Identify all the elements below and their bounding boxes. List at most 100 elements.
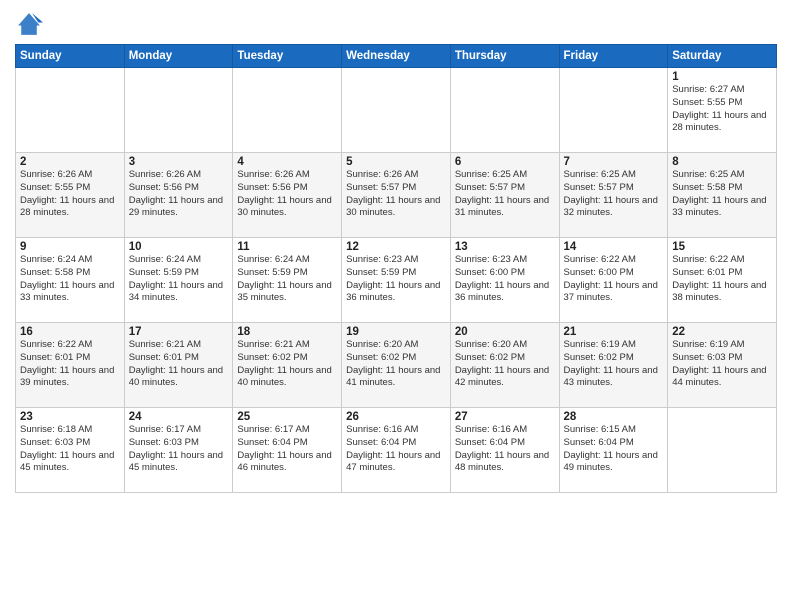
day-info: Sunrise: 6:26 AM Sunset: 5:56 PM Dayligh… bbox=[129, 169, 229, 220]
calendar-cell: 20Sunrise: 6:20 AM Sunset: 6:02 PM Dayli… bbox=[450, 323, 559, 408]
calendar-week-3: 9Sunrise: 6:24 AM Sunset: 5:58 PM Daylig… bbox=[16, 238, 777, 323]
day-info: Sunrise: 6:22 AM Sunset: 6:01 PM Dayligh… bbox=[20, 339, 120, 390]
day-info: Sunrise: 6:19 AM Sunset: 6:02 PM Dayligh… bbox=[564, 339, 664, 390]
calendar-cell: 21Sunrise: 6:19 AM Sunset: 6:02 PM Dayli… bbox=[559, 323, 668, 408]
day-info: Sunrise: 6:25 AM Sunset: 5:57 PM Dayligh… bbox=[564, 169, 664, 220]
calendar-cell bbox=[233, 68, 342, 153]
day-info: Sunrise: 6:24 AM Sunset: 5:59 PM Dayligh… bbox=[237, 254, 337, 305]
day-number: 1 bbox=[672, 71, 772, 83]
day-number: 23 bbox=[20, 411, 120, 423]
day-info: Sunrise: 6:23 AM Sunset: 6:00 PM Dayligh… bbox=[455, 254, 555, 305]
day-info: Sunrise: 6:22 AM Sunset: 6:01 PM Dayligh… bbox=[672, 254, 772, 305]
weekday-header-monday: Monday bbox=[124, 45, 233, 68]
day-number: 26 bbox=[346, 411, 446, 423]
calendar-cell bbox=[16, 68, 125, 153]
day-number: 11 bbox=[237, 241, 337, 253]
day-info: Sunrise: 6:19 AM Sunset: 6:03 PM Dayligh… bbox=[672, 339, 772, 390]
calendar-cell: 8Sunrise: 6:25 AM Sunset: 5:58 PM Daylig… bbox=[668, 153, 777, 238]
calendar-cell: 7Sunrise: 6:25 AM Sunset: 5:57 PM Daylig… bbox=[559, 153, 668, 238]
day-number: 18 bbox=[237, 326, 337, 338]
day-info: Sunrise: 6:25 AM Sunset: 5:57 PM Dayligh… bbox=[455, 169, 555, 220]
day-number: 14 bbox=[564, 241, 664, 253]
calendar-cell: 10Sunrise: 6:24 AM Sunset: 5:59 PM Dayli… bbox=[124, 238, 233, 323]
weekday-header-friday: Friday bbox=[559, 45, 668, 68]
calendar-cell: 5Sunrise: 6:26 AM Sunset: 5:57 PM Daylig… bbox=[342, 153, 451, 238]
day-number: 15 bbox=[672, 241, 772, 253]
day-info: Sunrise: 6:26 AM Sunset: 5:56 PM Dayligh… bbox=[237, 169, 337, 220]
calendar-cell: 6Sunrise: 6:25 AM Sunset: 5:57 PM Daylig… bbox=[450, 153, 559, 238]
calendar-cell: 9Sunrise: 6:24 AM Sunset: 5:58 PM Daylig… bbox=[16, 238, 125, 323]
day-number: 25 bbox=[237, 411, 337, 423]
calendar-cell: 16Sunrise: 6:22 AM Sunset: 6:01 PM Dayli… bbox=[16, 323, 125, 408]
calendar-cell: 22Sunrise: 6:19 AM Sunset: 6:03 PM Dayli… bbox=[668, 323, 777, 408]
weekday-header-tuesday: Tuesday bbox=[233, 45, 342, 68]
calendar-cell: 25Sunrise: 6:17 AM Sunset: 6:04 PM Dayli… bbox=[233, 408, 342, 493]
calendar-cell bbox=[668, 408, 777, 493]
calendar-cell bbox=[342, 68, 451, 153]
day-number: 7 bbox=[564, 156, 664, 168]
calendar-cell: 3Sunrise: 6:26 AM Sunset: 5:56 PM Daylig… bbox=[124, 153, 233, 238]
day-number: 21 bbox=[564, 326, 664, 338]
calendar-cell: 1Sunrise: 6:27 AM Sunset: 5:55 PM Daylig… bbox=[668, 68, 777, 153]
calendar-cell: 28Sunrise: 6:15 AM Sunset: 6:04 PM Dayli… bbox=[559, 408, 668, 493]
day-info: Sunrise: 6:26 AM Sunset: 5:55 PM Dayligh… bbox=[20, 169, 120, 220]
day-number: 6 bbox=[455, 156, 555, 168]
day-number: 2 bbox=[20, 156, 120, 168]
day-info: Sunrise: 6:18 AM Sunset: 6:03 PM Dayligh… bbox=[20, 424, 120, 475]
weekday-header-sunday: Sunday bbox=[16, 45, 125, 68]
day-info: Sunrise: 6:24 AM Sunset: 5:59 PM Dayligh… bbox=[129, 254, 229, 305]
day-number: 12 bbox=[346, 241, 446, 253]
calendar-cell: 26Sunrise: 6:16 AM Sunset: 6:04 PM Dayli… bbox=[342, 408, 451, 493]
calendar-table: SundayMondayTuesdayWednesdayThursdayFrid… bbox=[15, 44, 777, 493]
day-info: Sunrise: 6:20 AM Sunset: 6:02 PM Dayligh… bbox=[346, 339, 446, 390]
day-info: Sunrise: 6:22 AM Sunset: 6:00 PM Dayligh… bbox=[564, 254, 664, 305]
day-number: 17 bbox=[129, 326, 229, 338]
day-info: Sunrise: 6:15 AM Sunset: 6:04 PM Dayligh… bbox=[564, 424, 664, 475]
header bbox=[15, 10, 777, 38]
day-info: Sunrise: 6:16 AM Sunset: 6:04 PM Dayligh… bbox=[455, 424, 555, 475]
calendar-week-2: 2Sunrise: 6:26 AM Sunset: 5:55 PM Daylig… bbox=[16, 153, 777, 238]
day-info: Sunrise: 6:17 AM Sunset: 6:04 PM Dayligh… bbox=[237, 424, 337, 475]
calendar-cell: 12Sunrise: 6:23 AM Sunset: 5:59 PM Dayli… bbox=[342, 238, 451, 323]
calendar-cell: 23Sunrise: 6:18 AM Sunset: 6:03 PM Dayli… bbox=[16, 408, 125, 493]
day-info: Sunrise: 6:24 AM Sunset: 5:58 PM Dayligh… bbox=[20, 254, 120, 305]
day-number: 8 bbox=[672, 156, 772, 168]
calendar-week-5: 23Sunrise: 6:18 AM Sunset: 6:03 PM Dayli… bbox=[16, 408, 777, 493]
day-info: Sunrise: 6:20 AM Sunset: 6:02 PM Dayligh… bbox=[455, 339, 555, 390]
day-number: 5 bbox=[346, 156, 446, 168]
day-number: 24 bbox=[129, 411, 229, 423]
calendar-header-row: SundayMondayTuesdayWednesdayThursdayFrid… bbox=[16, 45, 777, 68]
day-number: 16 bbox=[20, 326, 120, 338]
day-info: Sunrise: 6:27 AM Sunset: 5:55 PM Dayligh… bbox=[672, 84, 772, 135]
day-number: 19 bbox=[346, 326, 446, 338]
calendar-cell: 15Sunrise: 6:22 AM Sunset: 6:01 PM Dayli… bbox=[668, 238, 777, 323]
day-info: Sunrise: 6:25 AM Sunset: 5:58 PM Dayligh… bbox=[672, 169, 772, 220]
calendar-cell: 19Sunrise: 6:20 AM Sunset: 6:02 PM Dayli… bbox=[342, 323, 451, 408]
calendar-cell: 2Sunrise: 6:26 AM Sunset: 5:55 PM Daylig… bbox=[16, 153, 125, 238]
logo bbox=[15, 10, 47, 38]
weekday-header-wednesday: Wednesday bbox=[342, 45, 451, 68]
weekday-header-thursday: Thursday bbox=[450, 45, 559, 68]
calendar-cell: 17Sunrise: 6:21 AM Sunset: 6:01 PM Dayli… bbox=[124, 323, 233, 408]
calendar-cell: 18Sunrise: 6:21 AM Sunset: 6:02 PM Dayli… bbox=[233, 323, 342, 408]
calendar-week-1: 1Sunrise: 6:27 AM Sunset: 5:55 PM Daylig… bbox=[16, 68, 777, 153]
day-number: 27 bbox=[455, 411, 555, 423]
day-number: 9 bbox=[20, 241, 120, 253]
day-info: Sunrise: 6:21 AM Sunset: 6:02 PM Dayligh… bbox=[237, 339, 337, 390]
calendar-cell bbox=[450, 68, 559, 153]
calendar-cell: 27Sunrise: 6:16 AM Sunset: 6:04 PM Dayli… bbox=[450, 408, 559, 493]
calendar-cell: 24Sunrise: 6:17 AM Sunset: 6:03 PM Dayli… bbox=[124, 408, 233, 493]
day-info: Sunrise: 6:21 AM Sunset: 6:01 PM Dayligh… bbox=[129, 339, 229, 390]
logo-icon bbox=[15, 10, 43, 38]
day-info: Sunrise: 6:16 AM Sunset: 6:04 PM Dayligh… bbox=[346, 424, 446, 475]
day-number: 28 bbox=[564, 411, 664, 423]
calendar-cell: 4Sunrise: 6:26 AM Sunset: 5:56 PM Daylig… bbox=[233, 153, 342, 238]
page: SundayMondayTuesdayWednesdayThursdayFrid… bbox=[0, 0, 792, 503]
day-info: Sunrise: 6:17 AM Sunset: 6:03 PM Dayligh… bbox=[129, 424, 229, 475]
day-info: Sunrise: 6:26 AM Sunset: 5:57 PM Dayligh… bbox=[346, 169, 446, 220]
day-number: 3 bbox=[129, 156, 229, 168]
calendar-cell: 11Sunrise: 6:24 AM Sunset: 5:59 PM Dayli… bbox=[233, 238, 342, 323]
day-number: 13 bbox=[455, 241, 555, 253]
calendar-cell: 14Sunrise: 6:22 AM Sunset: 6:00 PM Dayli… bbox=[559, 238, 668, 323]
calendar-cell bbox=[124, 68, 233, 153]
